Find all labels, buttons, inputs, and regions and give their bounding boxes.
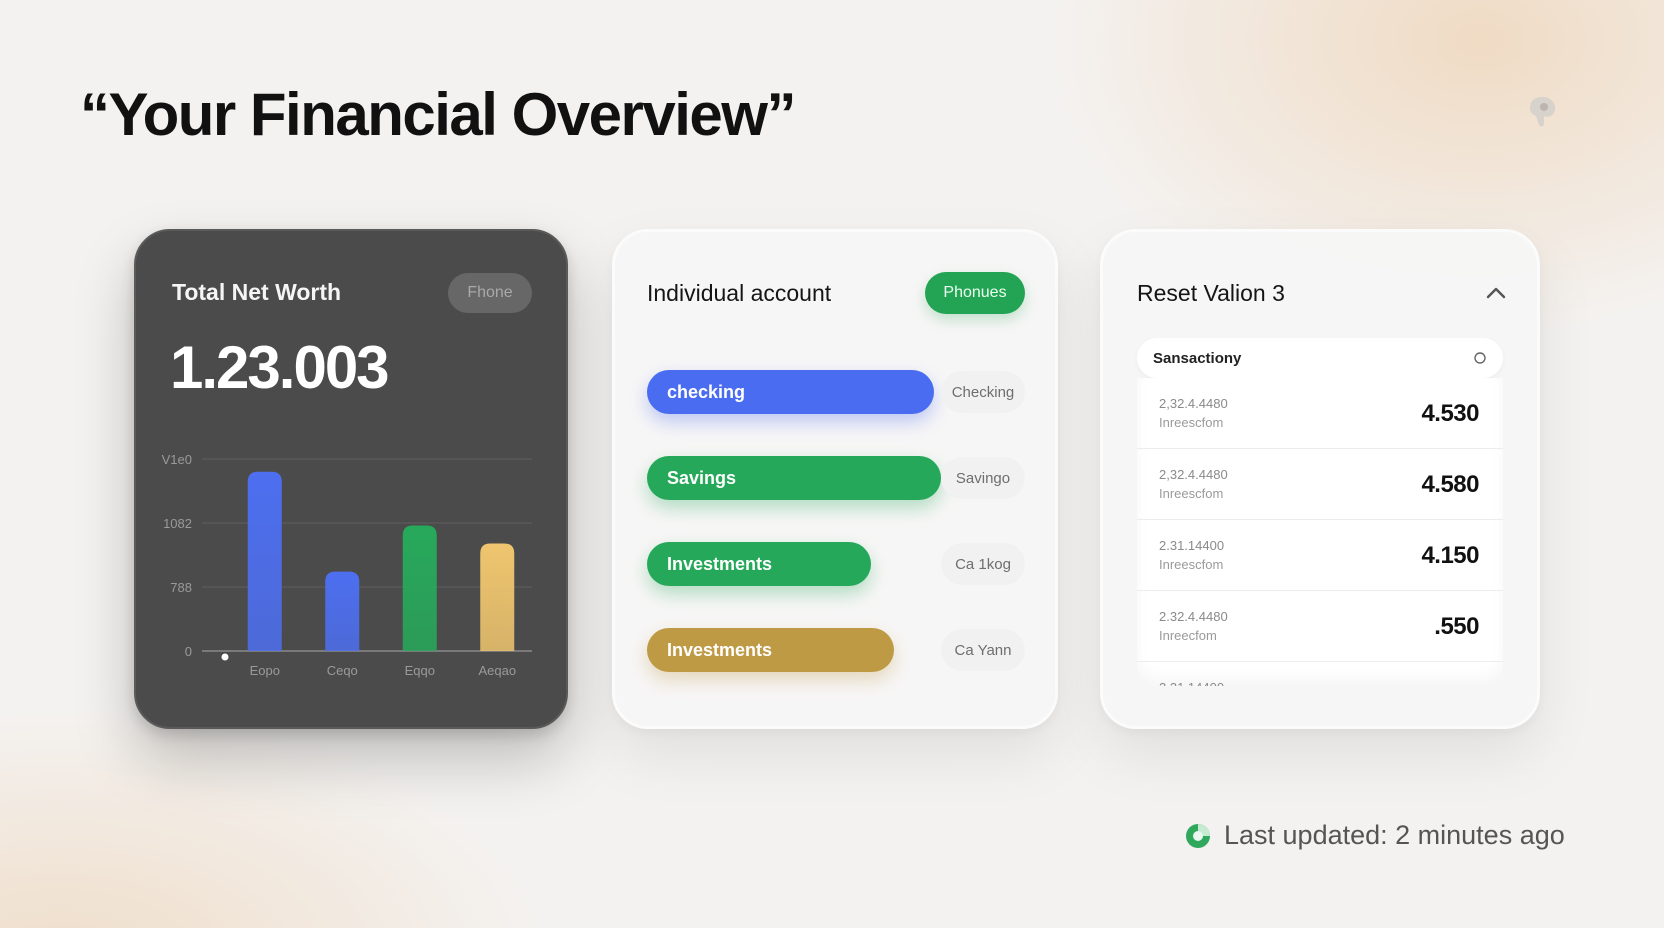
transaction-search-text: Sansactiony [1153, 349, 1242, 367]
transaction-row[interactable]: 2,32.4.4480 Inreescfom 4.580 [1137, 449, 1503, 520]
account-bar-label: Savings [667, 467, 737, 488]
transaction-list: 2,32.4.4480 Inreescfom 4.530 2,32.4.4480 Inr… [1137, 378, 1503, 686]
transaction-amount: 4.530 [1421, 400, 1479, 427]
transaction-description: Inreecfom [1159, 628, 1217, 643]
account-tag-0[interactable]: Checking [941, 371, 1025, 413]
account-card-title: Individual account [647, 280, 832, 306]
chart-origin-marker [221, 653, 229, 661]
account-bar-label: Investments [667, 639, 773, 660]
chart-xtick-label: Aeqao [478, 663, 516, 678]
transaction-row[interactable]: 2,32.4.4480 Inreescfom 4.530 [1137, 378, 1503, 449]
account-bar-label: Investments [667, 553, 773, 574]
account-bar-2[interactable]: Investments [647, 542, 872, 586]
last-updated-text: Last updated: 2 minutes ago [1224, 820, 1565, 850]
net-worth-card: Total Net Worth Fhone 1.23.003 0 788 1082 V… [134, 229, 568, 729]
transaction-amount: 4.580 [1421, 684, 1479, 686]
page-title: “Your Financial Overview” [80, 81, 796, 148]
account-bar-1[interactable]: Savings [647, 456, 942, 500]
chart-ytick-label: 1082 [163, 516, 192, 531]
brand-logo-icon [1530, 96, 1556, 127]
account-bar-label: checking [667, 381, 746, 402]
account-card-button[interactable]: Phonues [925, 272, 1025, 314]
chart-ytick-label: 0 [185, 644, 192, 659]
account-tag-2[interactable]: Ca 1kog [941, 543, 1025, 585]
chart-xtick-label: Ceqo [327, 663, 358, 678]
chart-xtick-label: Eopo [250, 663, 280, 678]
account-bar-0[interactable]: checking [647, 370, 935, 414]
transaction-row[interactable]: 2.31.14400Inreescfom4.580 [1137, 662, 1503, 686]
last-updated-status: Last updated: 2 minutes ago [1184, 820, 1565, 851]
transactions-title: Reset Valion 3 [1137, 280, 1285, 306]
chart-ytick-label: 788 [170, 580, 192, 595]
sync-status-icon [1186, 823, 1210, 848]
account-tag-3[interactable]: Ca Yann [941, 629, 1025, 671]
chart-bar[interactable] [247, 471, 282, 651]
chart-bar[interactable] [480, 543, 515, 651]
transaction-row[interactable]: 2.32.4.4480 Inreecfom .550 [1137, 591, 1503, 662]
transaction-amount: 4.150 [1421, 542, 1479, 569]
account-tag-1[interactable]: Savingo [941, 457, 1025, 499]
chevron-up-icon[interactable] [1485, 284, 1507, 300]
transaction-search-input[interactable]: Sansactiony [1137, 338, 1503, 378]
net-worth-bar-chart: 0 788 1082 V1e0 Eopo Ceqo Eqqo Aeqao [162, 452, 532, 678]
chart-xtick-label: Eqqo [405, 663, 435, 678]
chart-bar[interactable] [402, 525, 437, 651]
transaction-row[interactable]: 2.31.14400 Inreescfom 4.150 [1137, 520, 1503, 591]
account-bar-3[interactable]: Investments [647, 628, 894, 672]
transactions-card: Reset Valion 3 Sansactiony 2,32.4.4480 In… [1100, 229, 1540, 729]
transaction-amount: .550 [1434, 613, 1479, 640]
transaction-date: 2.32.4.4480 [1159, 609, 1228, 624]
chart-bar[interactable] [325, 571, 360, 651]
transaction-amount: 4.580 [1421, 471, 1479, 498]
chart-ytick-label: V1e0 [162, 452, 192, 467]
individual-account-card: Individual account Phonues checking Check… [612, 229, 1058, 729]
search-icon[interactable] [1473, 351, 1487, 365]
